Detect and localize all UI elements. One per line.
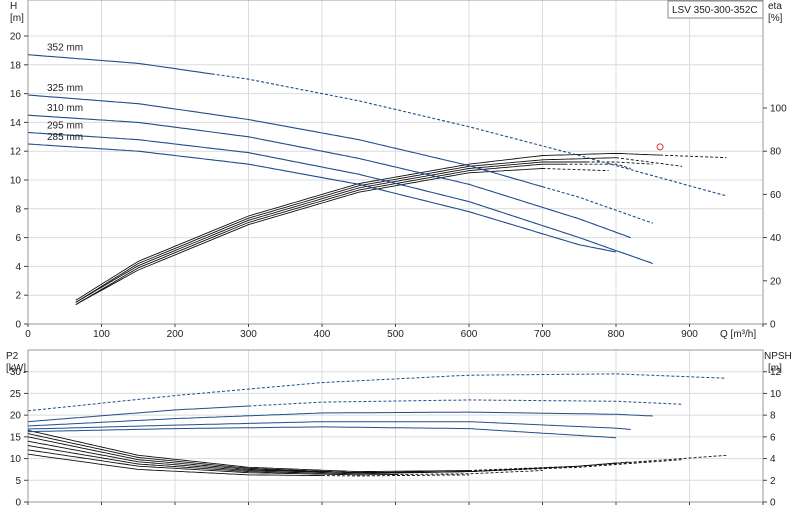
top-ylabel-right-1: eta	[768, 1, 782, 12]
top-ytick-left-label: 8	[15, 204, 21, 215]
head-curve-label: 325 mm	[47, 83, 83, 94]
bottom-ytick-right-label: 10	[770, 389, 782, 400]
pump-performance-svg: 024681012141618200204060801000 100 200 300 4…	[6, 0, 792, 509]
top-xtick-label: 300	[240, 329, 257, 340]
bottom-ytick-right-label: 8	[770, 411, 776, 422]
bottom-ylabel-left-2: [kW]	[6, 363, 26, 374]
top-ytick-right-label: 0	[770, 320, 776, 331]
model-label: LSV 350-300-352C	[672, 5, 758, 16]
top-ylabel-left-2: [m]	[10, 13, 24, 24]
top-ytick-left-label: 14	[10, 118, 22, 129]
bottom-ytick-right-label: 2	[770, 476, 776, 487]
top-ytick-left-label: 0	[15, 320, 21, 331]
top-xtick-label: 200	[167, 329, 184, 340]
bottom-ytick-right-label: 0	[770, 498, 776, 509]
top-xtick-label: 500	[387, 329, 404, 340]
bottom-ytick-left-label: 10	[10, 454, 22, 465]
head-curve-label: 295 mm	[47, 120, 83, 131]
top-ytick-left-label: 16	[10, 89, 22, 100]
top-ytick-left-label: 4	[15, 262, 21, 273]
top-ytick-right-label: 100	[770, 104, 787, 115]
top-ytick-left-label: 6	[15, 233, 21, 244]
head-efficiency-panel: 024681012141618200204060801000 100 200 300 4…	[10, 0, 787, 340]
head-curve-label: 285 mm	[47, 132, 83, 143]
top-ytick-left-label: 2	[15, 291, 21, 302]
top-xlabel: Q [m³/h]	[720, 329, 756, 340]
pump-curve-chart: 0 2 4 6 8 10 12 14 16 18 20 0 20 40 60 80 100 0 100 200 300 4…	[0, 0, 800, 520]
bottom-ytick-left-label: 20	[10, 411, 22, 422]
top-ytick-left-label: 10	[10, 176, 22, 187]
top-xtick-label: 100	[93, 329, 110, 340]
bottom-ytick-left-label: 0	[15, 498, 21, 509]
head-curve-label: 352 mm	[47, 43, 83, 54]
top-xtick-label: 400	[314, 329, 331, 340]
top-ytick-left-label: 20	[10, 32, 22, 43]
top-xtick-label: 800	[608, 329, 625, 340]
top-xtick-label: 700	[534, 329, 551, 340]
top-ytick-right-label: 80	[770, 147, 782, 158]
bottom-ylabel-right-2: [m]	[768, 363, 782, 374]
top-ytick-left-label: 18	[10, 60, 22, 71]
bottom-ytick-right-label: 6	[770, 432, 776, 443]
top-ytick-right-label: 20	[770, 276, 782, 287]
bottom-ylabel-left-1: P2	[6, 351, 19, 362]
power-npsh-panel: 051015202530024681012	[10, 349, 782, 509]
bottom-ytick-left-label: 15	[10, 432, 22, 443]
bottom-ytick-left-label: 25	[10, 389, 22, 400]
bottom-ytick-right-label: 4	[770, 454, 776, 465]
top-ytick-left-label: 12	[10, 147, 22, 158]
top-xtick-label: 600	[461, 329, 478, 340]
top-ylabel-left-1: H	[10, 1, 17, 12]
head-curve-label: 310 mm	[47, 103, 83, 114]
top-ylabel-right-2: [%]	[768, 13, 783, 24]
top-ytick-right-label: 60	[770, 190, 782, 201]
bottom-ylabel-right-1: NPSH	[764, 351, 792, 362]
top-xtick-label: 0	[25, 329, 31, 340]
top-xtick-label: 900	[681, 329, 698, 340]
bottom-ytick-left-label: 5	[15, 476, 21, 487]
top-ytick-right-label: 40	[770, 233, 782, 244]
